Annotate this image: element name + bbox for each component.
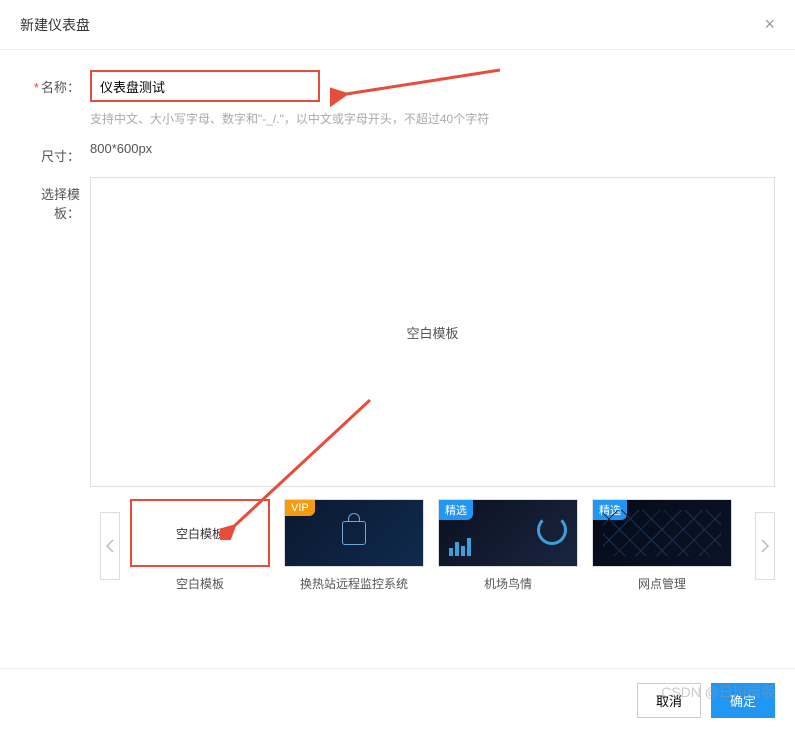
modal-header: 新建仪表盘 ×	[0, 0, 795, 50]
size-label: 尺寸：	[20, 139, 90, 165]
pick-badge: 精选	[439, 500, 473, 520]
carousel-prev-button[interactable]	[100, 512, 120, 580]
template-thumb-network: 精选	[592, 499, 732, 567]
modal-title: 新建仪表盘	[20, 15, 90, 35]
name-hint: 支持中文、大小写字母、数字和"-_/."，以中文或字母开头，不超过40个字符	[90, 110, 775, 127]
template-thumb-heatstation: VIP	[284, 499, 424, 567]
template-item-blank[interactable]: 空白模板 空白模板	[130, 499, 270, 592]
thumb-text: 空白模板	[176, 525, 224, 542]
modal-body: 名称： 支持中文、大小写字母、数字和"-_/."，以中文或字母开头，不超过40个…	[0, 50, 795, 602]
template-thumb-airport: 精选	[438, 499, 578, 567]
template-row: 选择模板： 空白模板	[20, 177, 775, 487]
carousel-next-button[interactable]	[755, 512, 775, 580]
size-value: 800*600px	[90, 139, 775, 156]
template-item-heatstation[interactable]: VIP 换热站远程监控系统	[284, 499, 424, 592]
template-label-text: 换热站远程监控系统	[300, 575, 408, 592]
template-item-network[interactable]: 精选 网点管理	[592, 499, 732, 592]
close-icon[interactable]: ×	[764, 14, 775, 35]
name-input[interactable]	[90, 70, 320, 102]
modal-footer: 取消 确定	[0, 668, 795, 732]
cancel-button[interactable]: 取消	[637, 683, 701, 718]
preview-text: 空白模板	[406, 323, 458, 342]
confirm-button[interactable]: 确定	[711, 683, 775, 718]
template-thumb-blank: 空白模板	[130, 499, 270, 567]
template-label-text: 网点管理	[638, 575, 686, 592]
template-list: 空白模板 空白模板 VIP 换热站远程监控系统 精选	[130, 499, 745, 592]
template-carousel: 空白模板 空白模板 VIP 换热站远程监控系统 精选	[20, 499, 775, 592]
template-label: 选择模板：	[20, 177, 90, 222]
template-label-text: 机场鸟情	[484, 575, 532, 592]
vip-badge: VIP	[285, 500, 315, 516]
chevron-left-icon	[106, 539, 114, 553]
template-preview: 空白模板	[90, 177, 775, 487]
name-row: 名称： 支持中文、大小写字母、数字和"-_/."，以中文或字母开头，不超过40个…	[20, 70, 775, 127]
chevron-right-icon	[761, 539, 769, 553]
template-label-text: 空白模板	[176, 575, 224, 592]
lock-icon	[342, 521, 366, 545]
template-item-airport[interactable]: 精选 机场鸟情	[438, 499, 578, 592]
size-row: 尺寸： 800*600px	[20, 139, 775, 165]
name-label: 名称：	[20, 70, 90, 96]
